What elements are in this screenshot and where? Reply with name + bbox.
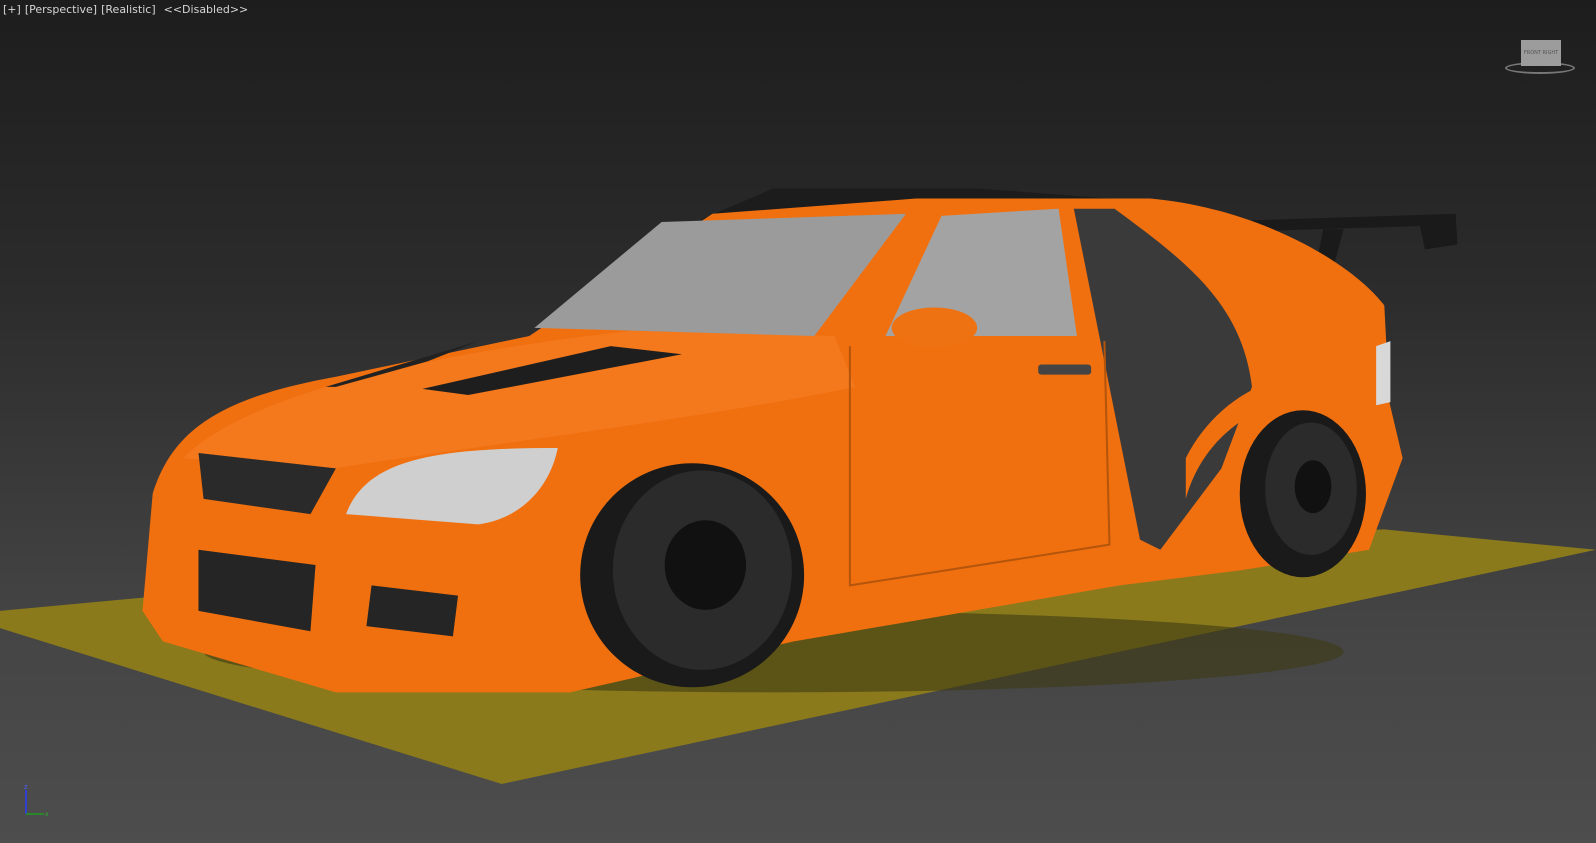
shading-mode-button[interactable]: [Realistic] (101, 3, 156, 16)
viewport-label-bar: [+] [Perspective] [Realistic] <<Disabled… (3, 3, 248, 16)
axis-z-label: z (24, 783, 28, 791)
axis-tripod-icon: z x (24, 783, 49, 818)
viewcube[interactable]: FRONT RIGHT (1505, 38, 1575, 80)
axis-x-label: x (45, 811, 49, 818)
viewcube-face[interactable]: FRONT RIGHT (1521, 40, 1561, 66)
view-type-button[interactable]: [Perspective] (25, 3, 97, 16)
viewport-menu-button[interactable]: [+] (3, 3, 21, 16)
viewport-status-button[interactable]: <<Disabled>> (164, 3, 249, 16)
viewport-scene[interactable] (0, 0, 1596, 843)
